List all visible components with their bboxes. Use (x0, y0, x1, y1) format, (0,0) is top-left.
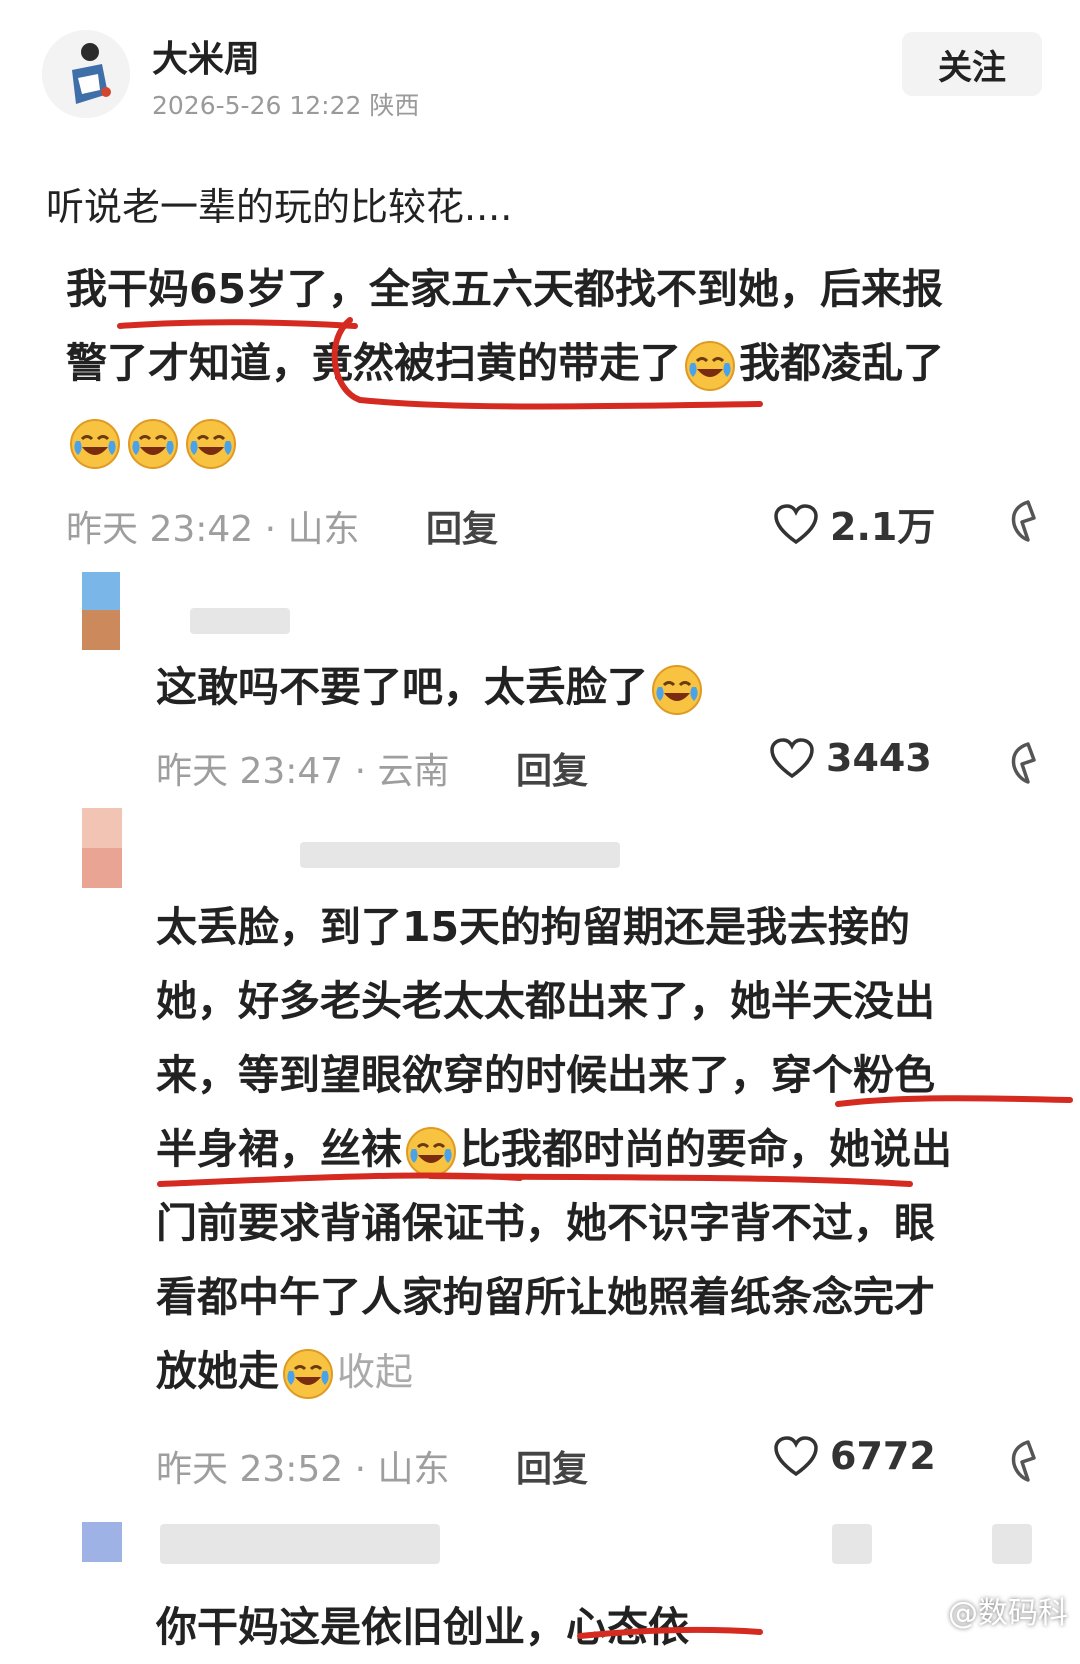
post-text: 听说老一辈的玩的比较花.... (46, 185, 513, 229)
like-count: 3443 (826, 736, 932, 780)
comment-text: 这敢吗不要了吧，太丢脸了 (156, 650, 706, 724)
avatar[interactable] (82, 1522, 122, 1562)
heart-icon (770, 738, 814, 779)
comment-text: 你干妈这是依旧创业，心态依 (156, 1603, 689, 1651)
like-button[interactable]: 2.1万 (772, 496, 935, 551)
reply-button[interactable]: 回复 (426, 500, 498, 552)
reply-button[interactable]: 回复 (516, 742, 588, 794)
heart-icon (774, 503, 818, 544)
dislike-icon[interactable] (1004, 1438, 1044, 1482)
laugh-cry-emoji (184, 417, 238, 471)
heart-icon (774, 1436, 818, 1477)
username[interactable] (300, 842, 620, 868)
username[interactable] (190, 608, 290, 634)
laugh-cry-emoji (404, 1125, 458, 1179)
comment-meta: 昨天 23:42 · 山东 (66, 509, 360, 550)
like-button[interactable]: 6772 (772, 1434, 936, 1478)
laugh-cry-emoji (126, 417, 180, 471)
laugh-cry-emoji (281, 1347, 335, 1401)
author-name[interactable]: 大米周 (152, 30, 260, 82)
avatar[interactable] (82, 808, 122, 888)
like-count: 2.1万 (830, 505, 936, 549)
comment-text: 我干妈65岁了，全家五六天都找不到她，后来报 警了才知道，竟然被扫黄的带走了 我都… (66, 252, 944, 478)
laugh-cry-emoji (68, 417, 122, 471)
dislike-icon[interactable] (1004, 498, 1044, 542)
blurred-block (832, 1524, 872, 1564)
laugh-cry-emoji (650, 663, 704, 717)
like-count: 6772 (830, 1434, 936, 1478)
post-meta: 2026-5-26 12:22 陕西 (152, 91, 420, 120)
laugh-cry-emoji (683, 339, 737, 393)
comment-meta: 昨天 23:52 · 山东 (156, 1449, 450, 1490)
blurred-block (992, 1524, 1032, 1564)
watermark: @数码科 (948, 1596, 1068, 1631)
collapse-link[interactable]: 收起 (337, 1350, 413, 1394)
comment-text: 太丢脸，到了15天的拘留期还是我去接的 她，好多老头老太太都出来了，她半天没出 … (156, 890, 952, 1409)
username[interactable] (160, 1524, 440, 1564)
comment-meta: 昨天 23:47 · 云南 (156, 751, 450, 792)
reply-button[interactable]: 回复 (516, 1440, 588, 1492)
like-button[interactable]: 3443 (768, 736, 932, 780)
follow-button[interactable]: 关注 (902, 32, 1042, 96)
avatar[interactable] (82, 572, 120, 650)
dislike-icon[interactable] (1004, 740, 1044, 784)
avatar[interactable] (42, 30, 130, 118)
